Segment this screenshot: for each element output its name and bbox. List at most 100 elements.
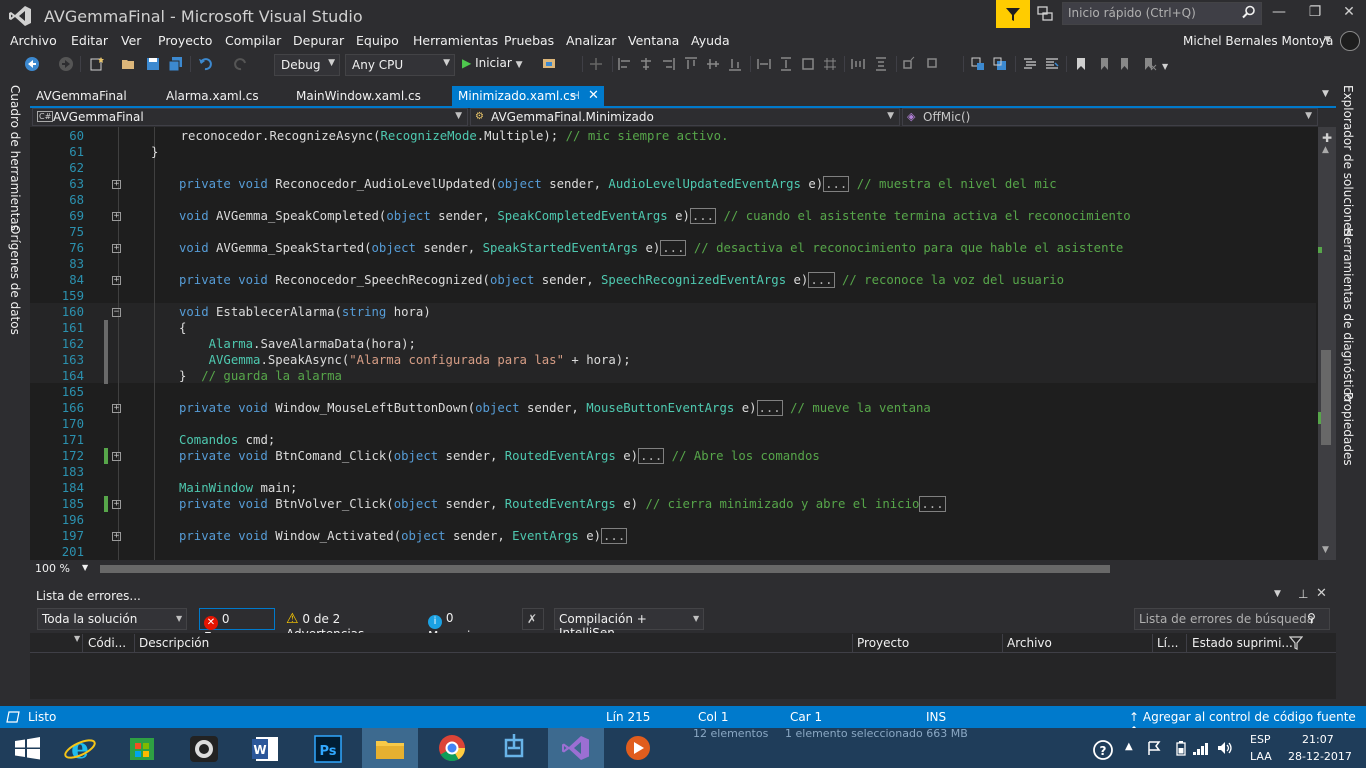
make-same-height-icon[interactable] [778, 56, 794, 72]
menu-editar[interactable]: Editar [71, 33, 108, 48]
size-to-grid-icon[interactable] [822, 56, 838, 72]
output-icon[interactable] [6, 711, 20, 723]
code-line[interactable]: 165 [30, 384, 1316, 400]
expand-region-icon[interactable]: + [112, 244, 121, 253]
align-center-icon[interactable] [638, 56, 654, 72]
scroll-down-icon[interactable]: ▼ [1322, 545, 1329, 555]
start-debugging-button[interactable]: ▶ Iniciar ▼ [462, 56, 523, 70]
save-icon[interactable] [145, 56, 161, 72]
center-horizontally-icon[interactable] [902, 56, 918, 72]
search-icon[interactable] [1242, 5, 1256, 19]
menu-ventana[interactable]: Ventana [628, 33, 679, 48]
previous-bookmark-icon[interactable] [1095, 56, 1111, 72]
visual-studio-taskbar-icon[interactable] [548, 728, 604, 768]
align-right-icon[interactable] [660, 56, 676, 72]
save-all-icon[interactable] [168, 56, 184, 72]
clock-time[interactable]: 21:07 [1302, 733, 1334, 746]
code-line[interactable]: 183 [30, 464, 1316, 480]
make-same-width-icon[interactable] [756, 56, 772, 72]
tab-minimizado-xaml-cs[interactable]: Minimizado.xaml.cs ⊣ ✕ [452, 86, 604, 107]
input-language[interactable]: ESP [1250, 733, 1271, 746]
messages-filter-button[interactable]: i 0 Mensajes [424, 608, 512, 643]
close-tab-icon[interactable]: ✕ [588, 88, 599, 103]
browser-link-icon[interactable] [541, 56, 557, 72]
internet-explorer-icon[interactable]: e [52, 728, 108, 768]
menu-herramientas[interactable]: Herramientas [413, 33, 498, 48]
col-code[interactable]: Códi... [88, 636, 126, 650]
code-line[interactable]: 62 [30, 160, 1316, 176]
data-sources-tab[interactable]: Orígenes de datos [8, 225, 22, 335]
menu-analizar[interactable]: Analizar [566, 33, 616, 48]
bookmark-icon[interactable] [1073, 56, 1089, 72]
scope-dropdown[interactable]: Toda la solución ▼ [37, 608, 187, 630]
build-filter-dropdown[interactable]: Compilación + IntelliSen ▼ [554, 608, 704, 640]
toolbox-tab[interactable]: Cuadro de herramientas [8, 85, 22, 231]
maximize-button[interactable]: ❐ [1300, 4, 1330, 24]
code-line[interactable]: 69 + void AVGemma_SpeakCompleted(object se… [30, 208, 1316, 224]
comment-lines-icon[interactable] [1022, 56, 1038, 72]
menu-compilar[interactable]: Compilar [225, 33, 281, 48]
pin-icon[interactable]: ⊥ [1298, 587, 1308, 601]
code-line[interactable]: 170 [30, 416, 1316, 432]
step-icon[interactable] [588, 56, 604, 72]
code-editor[interactable]: 60 reconocedor.RecognizeAsync(RecognizeM… [30, 127, 1336, 560]
file-explorer-icon[interactable] [362, 728, 418, 768]
solution-explorer-tab[interactable]: Explorador de soluciones [1341, 85, 1355, 236]
close-panel-icon[interactable]: ✕ [1316, 586, 1327, 601]
tab-order-icon[interactable] [970, 56, 986, 72]
code-line[interactable]: 196 [30, 512, 1316, 528]
expand-region-icon[interactable]: + [112, 276, 121, 285]
align-left-icon[interactable] [617, 56, 633, 72]
code-line[interactable]: 185 + private void BtnVolver_Click(object … [30, 496, 1316, 512]
close-button[interactable]: ✕ [1334, 4, 1364, 24]
undo-icon[interactable] [198, 56, 214, 72]
error-search-input[interactable]: Lista de errores de búsqueda ⚲ [1134, 608, 1330, 630]
align-middle-icon[interactable] [705, 56, 721, 72]
open-file-icon[interactable] [121, 56, 137, 72]
horizontal-spacing-icon[interactable] [850, 56, 866, 72]
code-line[interactable]: 184 MainWindow main; [30, 480, 1316, 496]
back-icon[interactable] [24, 56, 40, 72]
code-line[interactable]: 172 + private void BtnComand_Click(object … [30, 448, 1316, 464]
vertical-spacing-icon[interactable] [873, 56, 889, 72]
configuration-dropdown[interactable]: Debug ▼ [274, 54, 340, 76]
menu-equipo[interactable]: Equipo [356, 33, 399, 48]
menu-pruebas[interactable]: Pruebas [504, 33, 554, 48]
wifi-signal-icon[interactable] [1192, 740, 1210, 756]
expand-region-icon[interactable]: + [112, 532, 121, 541]
panel-menu-icon[interactable]: ▼ [1274, 589, 1281, 599]
col-file[interactable]: Archivo [1007, 636, 1052, 650]
new-project-icon[interactable] [89, 56, 105, 72]
clear-filter-button[interactable]: ✗ [522, 608, 544, 630]
user-dropdown-icon[interactable]: ▼ [1324, 35, 1331, 45]
editor-scroll-thumb[interactable] [1321, 350, 1331, 445]
toolbar-overflow-icon[interactable]: ▼ [1162, 62, 1168, 71]
media-player-icon[interactable] [610, 728, 666, 768]
expand-region-icon[interactable]: + [112, 404, 121, 413]
code-line[interactable]: 159 [30, 288, 1316, 304]
avatar[interactable] [1340, 31, 1360, 51]
code-line[interactable]: 68 [30, 192, 1316, 208]
uncomment-lines-icon[interactable] [1044, 56, 1060, 72]
expand-region-icon[interactable]: + [112, 452, 121, 461]
code-line[interactable]: 61} [30, 144, 1316, 160]
tab-alarma-xaml-cs[interactable]: Alarma.xaml.cs [160, 86, 265, 106]
menu-proyecto[interactable]: Proyecto [158, 33, 212, 48]
flag-icon[interactable] [1146, 740, 1164, 756]
make-same-size-icon[interactable] [800, 56, 816, 72]
code-line[interactable]: 60 reconocedor.RecognizeAsync(RecognizeM… [30, 128, 1316, 144]
scroll-up-icon[interactable]: ▲ [1322, 145, 1329, 155]
clear-bookmarks-icon[interactable] [1141, 56, 1157, 72]
editor-vertical-scrollbar[interactable]: ✚ ▲ ▼ [1318, 127, 1336, 560]
blend-icon[interactable] [486, 728, 542, 768]
align-top-icon[interactable] [683, 56, 699, 72]
tab-avgemmafinal[interactable]: AVGemmaFinal [30, 86, 133, 106]
code-line[interactable]: 84 + private void Reconocedor_SpeechRecogn… [30, 272, 1316, 288]
quick-launch-input[interactable]: Inicio rápido (Ctrl+Q) [1062, 2, 1262, 25]
column-filter-icon[interactable] [1289, 636, 1303, 650]
user-name[interactable]: Michel Bernales Montoya [1183, 34, 1333, 48]
menu-depurar[interactable]: Depurar [293, 33, 344, 48]
photoshop-icon[interactable]: Ps [300, 728, 356, 768]
show-hidden-icons-icon[interactable]: ▲ [1125, 741, 1133, 752]
type-navigation-dropdown[interactable]: ⚙ AVGemmaFinal.Minimizado ▼ [470, 108, 900, 126]
